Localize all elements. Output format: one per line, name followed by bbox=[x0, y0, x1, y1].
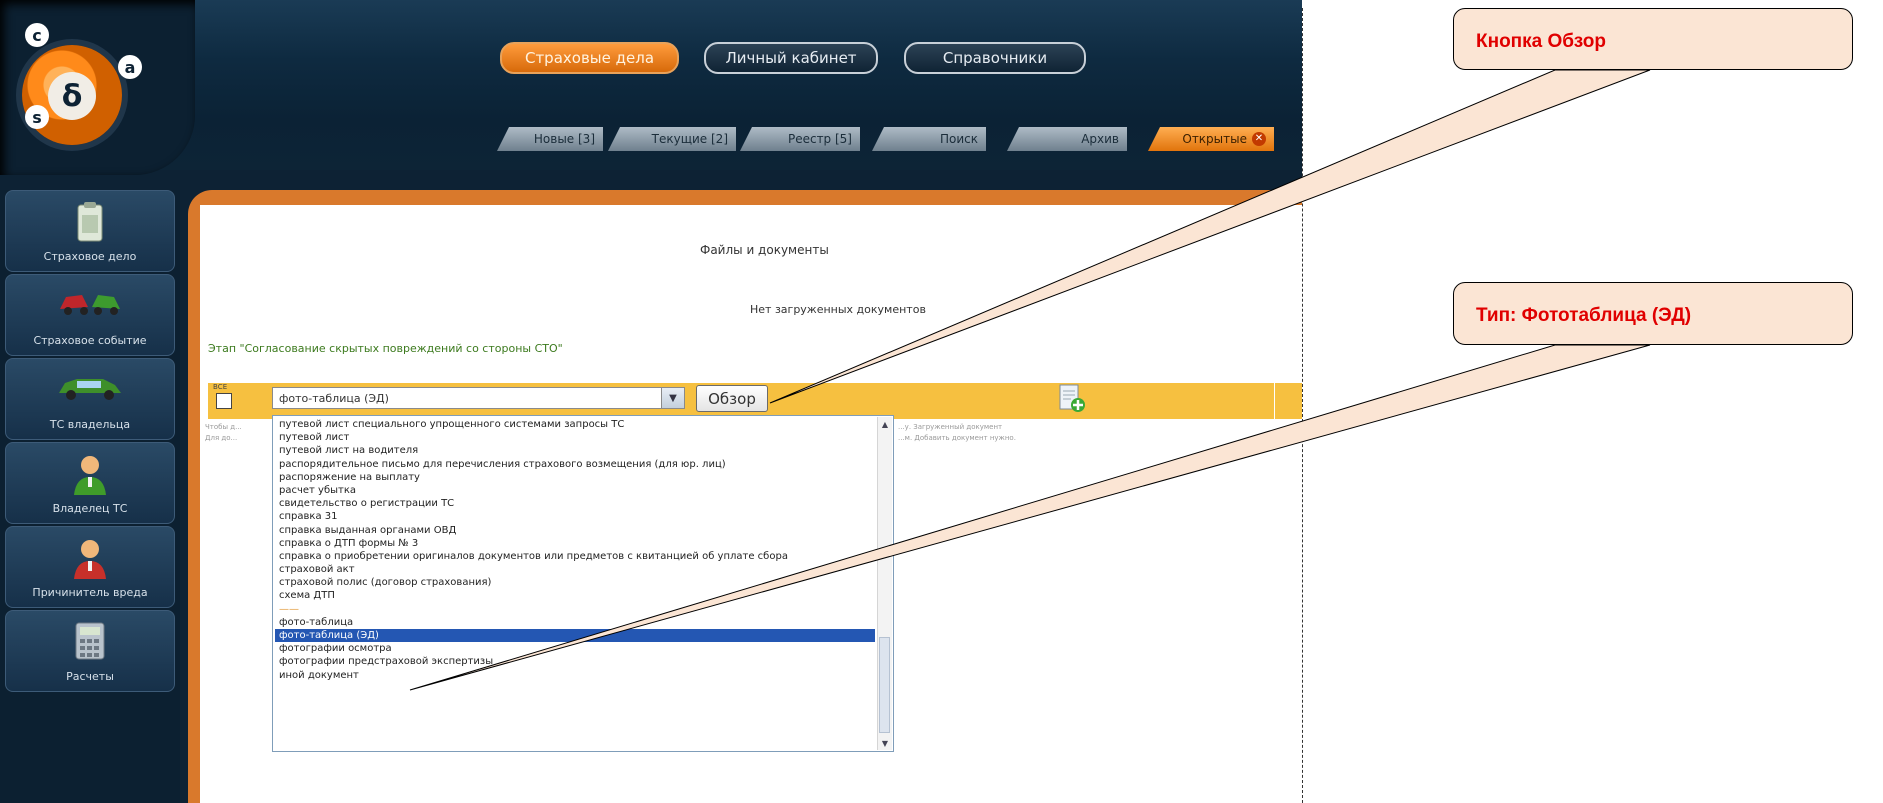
subtab-new[interactable]: Новые [3] bbox=[497, 127, 603, 151]
car-crash-icon bbox=[58, 285, 122, 323]
sidebar-item-insurance-event[interactable]: Страховое событие bbox=[5, 274, 175, 356]
subtab-open[interactable]: Открытые ✕ bbox=[1148, 127, 1274, 151]
page-title: Файлы и документы bbox=[700, 243, 829, 257]
dropdown-option[interactable]: страховой полис (договор страхования) bbox=[275, 576, 875, 589]
sidebar-item-insurance-case[interactable]: Страховое дело bbox=[5, 190, 175, 272]
dropdown-option[interactable]: фотографии осмотра bbox=[275, 642, 875, 655]
hint-text: ...м. Добавить документ нужно. bbox=[898, 434, 1016, 442]
dropdown-option[interactable]: расчет убытка bbox=[275, 484, 875, 497]
dropdown-option[interactable]: путевой лист на водителя bbox=[275, 444, 875, 457]
callout-text: Тип: Фототаблица (ЭД) bbox=[1476, 305, 1692, 326]
no-documents-text: Нет загруженных документов bbox=[750, 303, 926, 316]
header: δ c s a Страховые дела Личный кабинет Сп… bbox=[0, 0, 1302, 175]
select-all-checkbox[interactable] bbox=[216, 393, 232, 409]
scroll-up-icon[interactable]: ▲ bbox=[878, 417, 892, 431]
hint-text: ...у. Загруженный документ bbox=[898, 423, 1003, 431]
document-type-value: фото-таблица (ЭД) bbox=[279, 392, 389, 405]
dropdown-option[interactable]: фотографии предстраховой экспертизы bbox=[275, 655, 875, 668]
dropdown-option[interactable]: справка 31 bbox=[275, 510, 875, 523]
dropdown-option[interactable]: путевой лист bbox=[275, 431, 875, 444]
subtab-open-label: Открытые bbox=[1182, 132, 1247, 146]
folder-icon bbox=[75, 201, 105, 247]
callout-type-select: Тип: Фототаблица (ЭД) bbox=[1453, 282, 1853, 345]
dropdown-option[interactable]: фото-таблица bbox=[275, 616, 875, 629]
dropdown-option[interactable]: распорядительное письмо для перечисления… bbox=[275, 458, 875, 471]
dropdown-option[interactable]: иной документ bbox=[275, 669, 875, 682]
scroll-thumb[interactable] bbox=[879, 637, 890, 733]
chevron-down-icon[interactable]: ▼ bbox=[661, 388, 684, 408]
sidebar-item-label: Страховое событие bbox=[33, 334, 147, 347]
select-all-label: ВСЕ bbox=[213, 383, 228, 391]
browse-button[interactable]: Обзор bbox=[696, 385, 768, 412]
dropdown-option[interactable]: распоряжение на выплату bbox=[275, 471, 875, 484]
document-type-dropdown[interactable]: путевой лист специального упрощенного си… bbox=[272, 415, 894, 752]
tab-insurance-cases[interactable]: Страховые дела bbox=[500, 42, 679, 74]
car-icon bbox=[55, 369, 125, 407]
scroll-down-icon[interactable]: ▼ bbox=[878, 736, 892, 750]
subtab-search[interactable]: Поиск bbox=[872, 127, 986, 151]
sidebar-item-tortfeasor[interactable]: Причинитель вреда bbox=[5, 526, 175, 608]
logo-letter-a: a bbox=[118, 55, 142, 79]
dropdown-scrollbar[interactable]: ▲ ▼ bbox=[877, 417, 892, 750]
callout-browse-button: Кнопка Обзор bbox=[1453, 8, 1853, 70]
sidebar-item-label: Владелец ТС bbox=[52, 502, 128, 515]
close-icon[interactable]: ✕ bbox=[1252, 132, 1266, 146]
dropdown-option[interactable]: свидетельство о регистрации ТС bbox=[275, 497, 875, 510]
sidebar-item-vehicle-owner[interactable]: Владелец ТС bbox=[5, 442, 175, 524]
sidebar-item-label: ТС владельца bbox=[49, 418, 131, 431]
dropdown-option[interactable]: схема ДТП bbox=[275, 589, 875, 602]
hint-text: Для до... bbox=[205, 434, 238, 442]
tab-personal-cabinet[interactable]: Личный кабинет bbox=[704, 42, 878, 74]
dropdown-option[interactable]: путевой лист специального упрощенного си… bbox=[275, 418, 875, 431]
sidebar-item-owner-vehicle[interactable]: ТС владельца bbox=[5, 358, 175, 440]
sidebar-item-calculations[interactable]: Расчеты bbox=[5, 610, 175, 692]
person-icon bbox=[70, 453, 110, 501]
document-type-select[interactable]: фото-таблица (ЭД) ▼ bbox=[272, 387, 685, 409]
logo-center: δ bbox=[48, 72, 96, 120]
logo-letter-s: s bbox=[25, 105, 49, 129]
toolbar-divider bbox=[1274, 383, 1275, 419]
screenshot-edge-divider bbox=[1302, 8, 1303, 803]
subtab-archive[interactable]: Архив bbox=[1007, 127, 1127, 151]
dropdown-option[interactable]: справка о приобретении оригиналов докуме… bbox=[275, 550, 875, 563]
dropdown-option[interactable]: —— bbox=[275, 603, 875, 616]
dropdown-options: путевой лист специального упрощенного си… bbox=[275, 418, 875, 682]
sidebar-item-label: Причинитель вреда bbox=[32, 586, 148, 599]
dropdown-option[interactable]: страховой акт bbox=[275, 563, 875, 576]
logo-letter-c: c bbox=[25, 23, 49, 47]
sidebar: Страховое дело Страховое событие ТС влад… bbox=[0, 190, 180, 803]
sidebar-item-label: Расчеты bbox=[66, 670, 114, 683]
add-document-icon[interactable] bbox=[1058, 383, 1086, 417]
person-red-icon bbox=[70, 537, 110, 585]
dropdown-option[interactable]: справка о ДТП формы № 3 bbox=[275, 537, 875, 550]
subtab-current[interactable]: Текущие [2] bbox=[608, 127, 736, 151]
logo-panel: δ c s a bbox=[0, 0, 195, 175]
dropdown-option[interactable]: фото-таблица (ЭД) bbox=[275, 629, 875, 643]
dropdown-option[interactable]: справка выданная органами ОВД bbox=[275, 524, 875, 537]
calculator-icon bbox=[74, 621, 106, 665]
subtab-registry[interactable]: Реестр [5] bbox=[740, 127, 860, 151]
hint-text: Чтобы д... bbox=[205, 423, 242, 431]
callout-text: Кнопка Обзор bbox=[1476, 31, 1606, 52]
stage-title: Этап "Согласование скрытых повреждений с… bbox=[208, 342, 563, 355]
tab-directories[interactable]: Справочники bbox=[904, 42, 1086, 74]
sidebar-item-label: Страховое дело bbox=[43, 250, 137, 263]
